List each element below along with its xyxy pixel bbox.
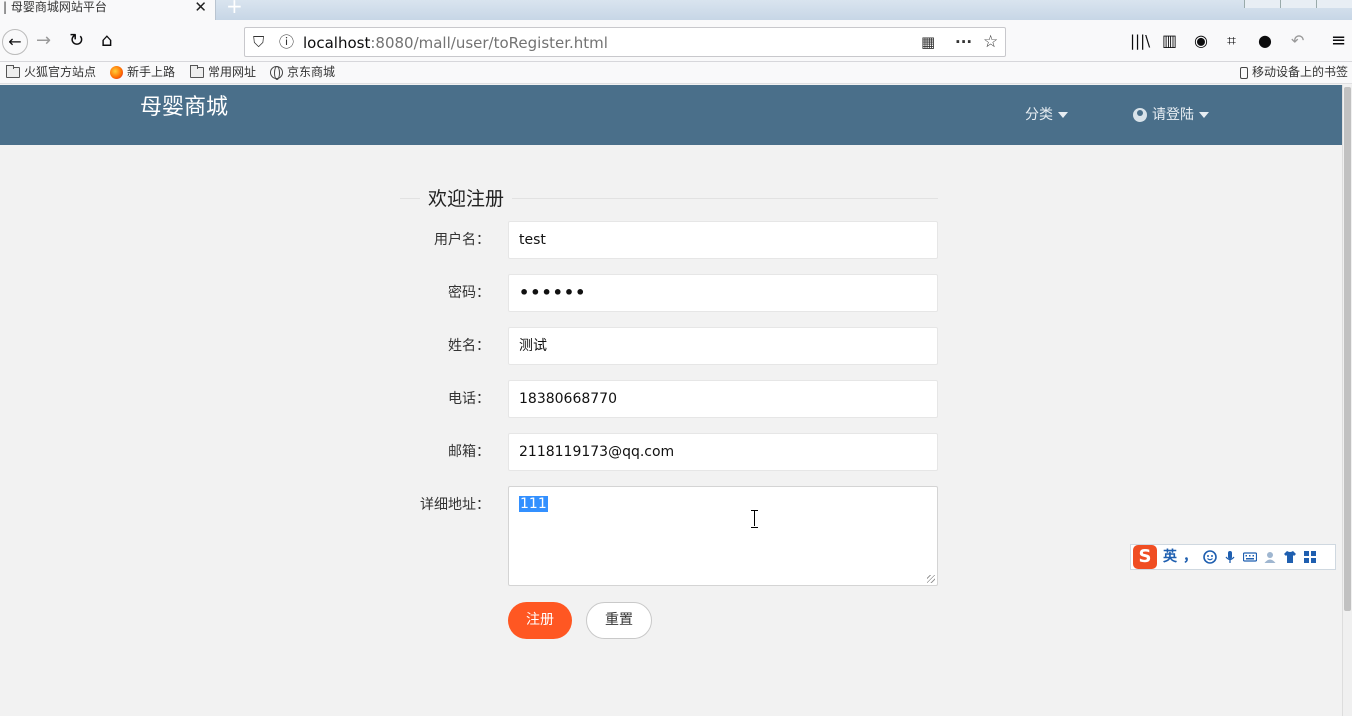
reset-button[interactable]: 重置 [586, 602, 652, 639]
text-cursor-icon [750, 510, 759, 528]
microphone-icon[interactable] [1223, 550, 1237, 564]
folder-icon [190, 65, 204, 78]
home-icon[interactable]: ⌂ [101, 30, 112, 52]
username-input[interactable]: test [508, 221, 938, 259]
new-tab-button[interactable]: + [226, 0, 243, 16]
window-controls [1244, 0, 1352, 8]
ime-language-toggle[interactable]: 英 [1163, 549, 1177, 565]
sidebar-icon[interactable]: ▥ [1162, 30, 1177, 52]
globe-icon [270, 66, 283, 80]
undo-icon[interactable]: ↶ [1291, 30, 1304, 52]
bookmark-firefox-official[interactable]: 火狐官方站点 [6, 65, 96, 80]
url-path: :8080/mall/user/toRegister.html [370, 34, 608, 52]
info-icon[interactable]: ⓘ [279, 33, 294, 51]
reload-icon[interactable]: ↻ [69, 30, 84, 52]
caret-down-icon [1199, 112, 1209, 118]
ime-toolbar: S 英 ， [1130, 544, 1336, 570]
bookmark-jd-mall[interactable]: 京东商城 [270, 65, 335, 80]
qr-code-icon[interactable]: ▦ [921, 33, 935, 51]
address-textarea[interactable]: 111 [508, 486, 938, 586]
bookmark-mobile[interactable]: 移动设备上的书签 [1240, 65, 1348, 80]
bookmark-common-sites[interactable]: 常用网址 [190, 65, 256, 80]
close-window-button[interactable] [1316, 0, 1352, 8]
minimize-button[interactable] [1244, 0, 1280, 8]
folder-icon [6, 65, 20, 78]
emoji-icon[interactable] [1203, 550, 1217, 564]
chat-icon[interactable]: ● [1258, 30, 1272, 52]
address-selected-text: 111 [519, 496, 548, 512]
login-menu-label: 请登陆 [1152, 107, 1194, 123]
scrollbar-thumb[interactable] [1344, 87, 1351, 611]
skin-shirt-icon[interactable] [1283, 550, 1297, 564]
sogou-logo-icon[interactable]: S [1133, 545, 1157, 569]
name-input[interactable]: 测试 [508, 327, 938, 365]
keyboard-icon[interactable] [1243, 550, 1257, 564]
hamburger-menu-icon[interactable]: ≡ [1331, 30, 1346, 52]
user-center-icon[interactable] [1263, 550, 1277, 564]
mobile-icon [1240, 66, 1248, 79]
url-bar[interactable]: ⛉ ⓘ localhost:8080/mall/user/toRegister.… [244, 27, 1006, 57]
browser-tab-title: | 母婴商城网站平台 [3, 0, 107, 14]
bookmark-getting-started[interactable]: 新手上路 [110, 65, 175, 80]
maximize-button[interactable] [1280, 0, 1316, 8]
forward-arrow-icon[interactable]: → [36, 30, 51, 52]
browser-tab-strip: | 母婴商城网站平台 ✕ + [0, 0, 1352, 20]
form-title: 欢迎注册 [420, 187, 513, 211]
username-label: 用户名： [434, 232, 490, 248]
browser-toolbar: ← → ↻ ⌂ ⛉ ⓘ localhost:8080/mall/user/toR… [0, 20, 1352, 62]
email-label: 邮箱： [448, 444, 490, 460]
url-host: localhost [303, 34, 371, 52]
bookmarks-bar: 火狐官方站点 新手上路 常用网址 京东商城 移动设备上的书签 [0, 62, 1352, 84]
browser-tab[interactable]: | 母婴商城网站平台 ✕ [0, 0, 216, 20]
phone-input[interactable]: 18380668770 [508, 380, 938, 418]
resize-handle-icon[interactable] [927, 575, 935, 583]
shield-icon[interactable]: ⛉ [253, 33, 264, 51]
bookmark-label: 常用网址 [208, 65, 257, 79]
close-tab-icon[interactable]: ✕ [194, 0, 207, 15]
address-label: 详细地址： [420, 497, 490, 513]
bookmark-label: 移动设备上的书签 [1252, 65, 1349, 79]
back-arrow-icon[interactable]: ← [2, 29, 28, 55]
login-menu[interactable]: 请登陆 [1133, 106, 1209, 124]
form-legend: 欢迎注册 [400, 187, 938, 211]
category-menu-label: 分类 [1025, 107, 1053, 123]
bookmark-label: 新手上路 [127, 65, 176, 79]
url-text[interactable]: localhost:8080/mall/user/toRegister.html [303, 34, 608, 52]
password-label: 密码： [448, 285, 490, 301]
page-scrollbar[interactable] [1342, 85, 1352, 716]
name-label: 姓名： [448, 338, 490, 354]
bookmark-star-icon[interactable]: ☆ [983, 33, 998, 51]
site-header: 母婴商城 分类 请登陆 [0, 85, 1342, 145]
category-menu[interactable]: 分类 [1025, 106, 1068, 124]
ime-punctuation-toggle[interactable]: ， [1183, 549, 1197, 565]
caret-down-icon [1058, 112, 1068, 118]
toolbox-grid-icon[interactable] [1303, 550, 1317, 564]
bookmark-label: 火狐官方站点 [24, 65, 97, 79]
more-actions-icon[interactable]: ··· [955, 33, 972, 51]
user-icon [1133, 108, 1147, 122]
site-logo[interactable]: 母婴商城 [140, 95, 228, 121]
firefox-icon [110, 66, 123, 79]
email-input[interactable]: 2118119173@qq.com [508, 433, 938, 471]
bookmark-label: 京东商城 [287, 65, 336, 79]
screenshot-crop-icon[interactable]: ⌗ [1227, 30, 1236, 52]
account-icon[interactable]: ◉ [1194, 30, 1208, 52]
register-button[interactable]: 注册 [508, 602, 572, 639]
password-input[interactable]: •••••• [508, 274, 938, 312]
phone-label: 电话： [448, 391, 490, 407]
library-icon[interactable]: |||\ [1130, 30, 1150, 52]
